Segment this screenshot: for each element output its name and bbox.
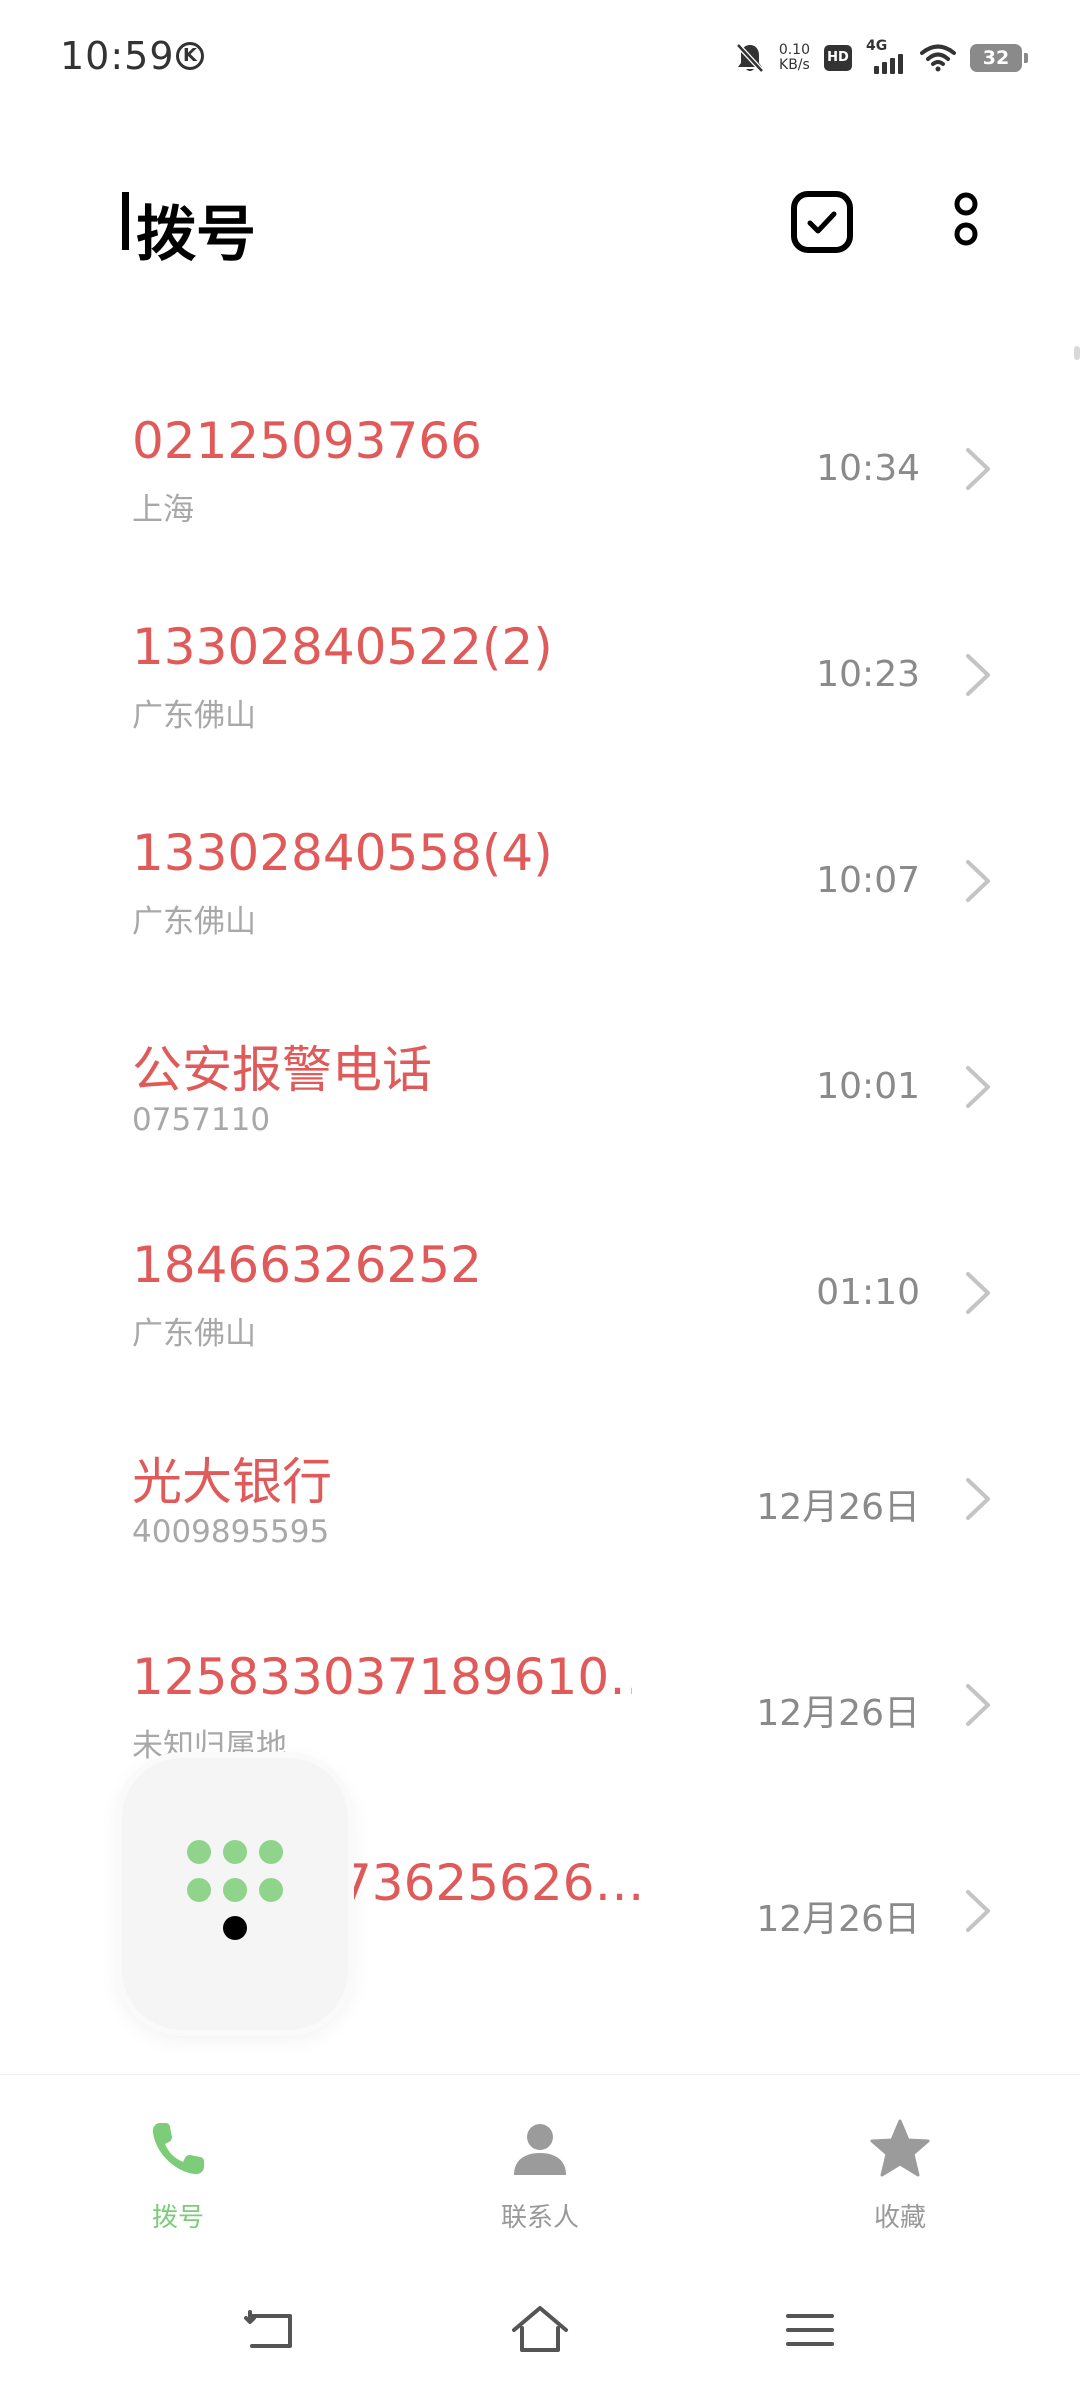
net-speed-unit: KB/s [779, 57, 810, 73]
call-name: 13302840522(2) [132, 618, 553, 676]
checkbox-icon [791, 191, 853, 253]
call-location: 广东佛山 [132, 904, 256, 940]
call-number: 4009895595 [132, 1514, 330, 1550]
more-vertical-icon [954, 192, 978, 246]
back-icon[interactable] [240, 2300, 300, 2360]
chevron-right-icon[interactable] [960, 1064, 996, 1110]
call-name: 18466326252 [132, 1236, 482, 1294]
k-circle-icon: K [176, 42, 204, 70]
tab-dialer[interactable]: 拨号 [78, 2075, 278, 2245]
call-log-item[interactable]: 13302840522(2) 广东佛山 10:23 [0, 594, 1080, 800]
net-speed-value: 0.10 [778, 42, 810, 58]
multi-select-button[interactable] [790, 190, 854, 254]
call-time: 10:01 [816, 1066, 920, 1107]
net-speed: 0.10 KB/s [779, 43, 810, 73]
call-name: 02125093766 [132, 412, 482, 470]
call-name: 13302840558(4) [132, 824, 553, 882]
bell-muted-icon [735, 43, 764, 73]
tab-label: 收藏 [873, 2203, 926, 2233]
call-log-item[interactable]: 光大银行 4009895595 12月26日 [0, 1418, 1080, 1624]
chevron-right-icon[interactable] [960, 446, 996, 492]
chevron-right-icon[interactable] [960, 1682, 996, 1728]
call-location: 上海 [132, 492, 194, 528]
call-time: 10:23 [816, 654, 920, 695]
star-icon [870, 2119, 930, 2177]
tab-favorites[interactable]: 收藏 [800, 2075, 1000, 2245]
chevron-right-icon[interactable] [960, 1888, 996, 1934]
call-time: 10:07 [816, 860, 920, 901]
call-time: 01:10 [816, 1272, 920, 1313]
call-log-item[interactable]: 18466326252 广东佛山 01:10 [0, 1212, 1080, 1418]
call-number: 0757110 [132, 1102, 271, 1138]
dialpad-icon [187, 1840, 283, 1940]
status-icons: 0.10 KB/s HD 4G 32 [735, 38, 1028, 78]
tab-label: 拨号 [151, 2203, 204, 2233]
network-label: 4G [866, 38, 888, 54]
call-time: 12月26日 [756, 1487, 920, 1528]
dialpad-button[interactable] [122, 1758, 348, 2030]
status-bar: 10:59 K 0.10 KB/s HD 4G 32 [0, 0, 1080, 120]
recent-apps-icon[interactable] [780, 2300, 840, 2360]
call-log-item[interactable]: 公安报警电话 0757110 10:01 [0, 1006, 1080, 1212]
call-name: 公安报警电话 [132, 1041, 432, 1099]
battery-icon: 32 [970, 44, 1028, 72]
call-name: 73625626… [340, 1854, 645, 1912]
tab-contacts[interactable]: 联系人 [440, 2075, 640, 2245]
home-icon[interactable] [510, 2300, 570, 2360]
page-title: 拨号 [136, 200, 256, 270]
call-location: 广东佛山 [132, 1316, 256, 1352]
call-name: 125833037189610… [132, 1648, 632, 1706]
status-time: 10:59 [60, 34, 175, 78]
call-time: 10:34 [816, 448, 920, 489]
call-log-item[interactable]: 13302840558(4) 广东佛山 10:07 [0, 800, 1080, 1006]
call-time: 12月26日 [756, 1693, 920, 1734]
call-location: 广东佛山 [132, 698, 256, 734]
chevron-right-icon[interactable] [960, 1476, 996, 1522]
chevron-right-icon[interactable] [960, 1270, 996, 1316]
tab-label: 联系人 [500, 2203, 579, 2233]
more-options-button[interactable] [936, 190, 996, 254]
call-time: 12月26日 [756, 1899, 920, 1940]
scrollbar-thumb[interactable] [1074, 346, 1080, 360]
phone-icon [152, 2123, 204, 2175]
system-navigation-bar [0, 2270, 1080, 2400]
contact-person-icon [514, 2124, 566, 2175]
signal-4g-icon: 4G [866, 38, 906, 74]
title-accent-bar [122, 192, 129, 250]
chevron-right-icon[interactable] [960, 652, 996, 698]
call-log-item[interactable]: 02125093766 上海 10:34 [0, 388, 1080, 594]
bottom-tab-bar: 拨号 联系人 收藏 [0, 2074, 1080, 2245]
wifi-icon [920, 44, 956, 72]
call-name: 光大银行 [132, 1453, 332, 1511]
hd-icon: HD [824, 45, 852, 71]
chevron-right-icon[interactable] [960, 858, 996, 904]
